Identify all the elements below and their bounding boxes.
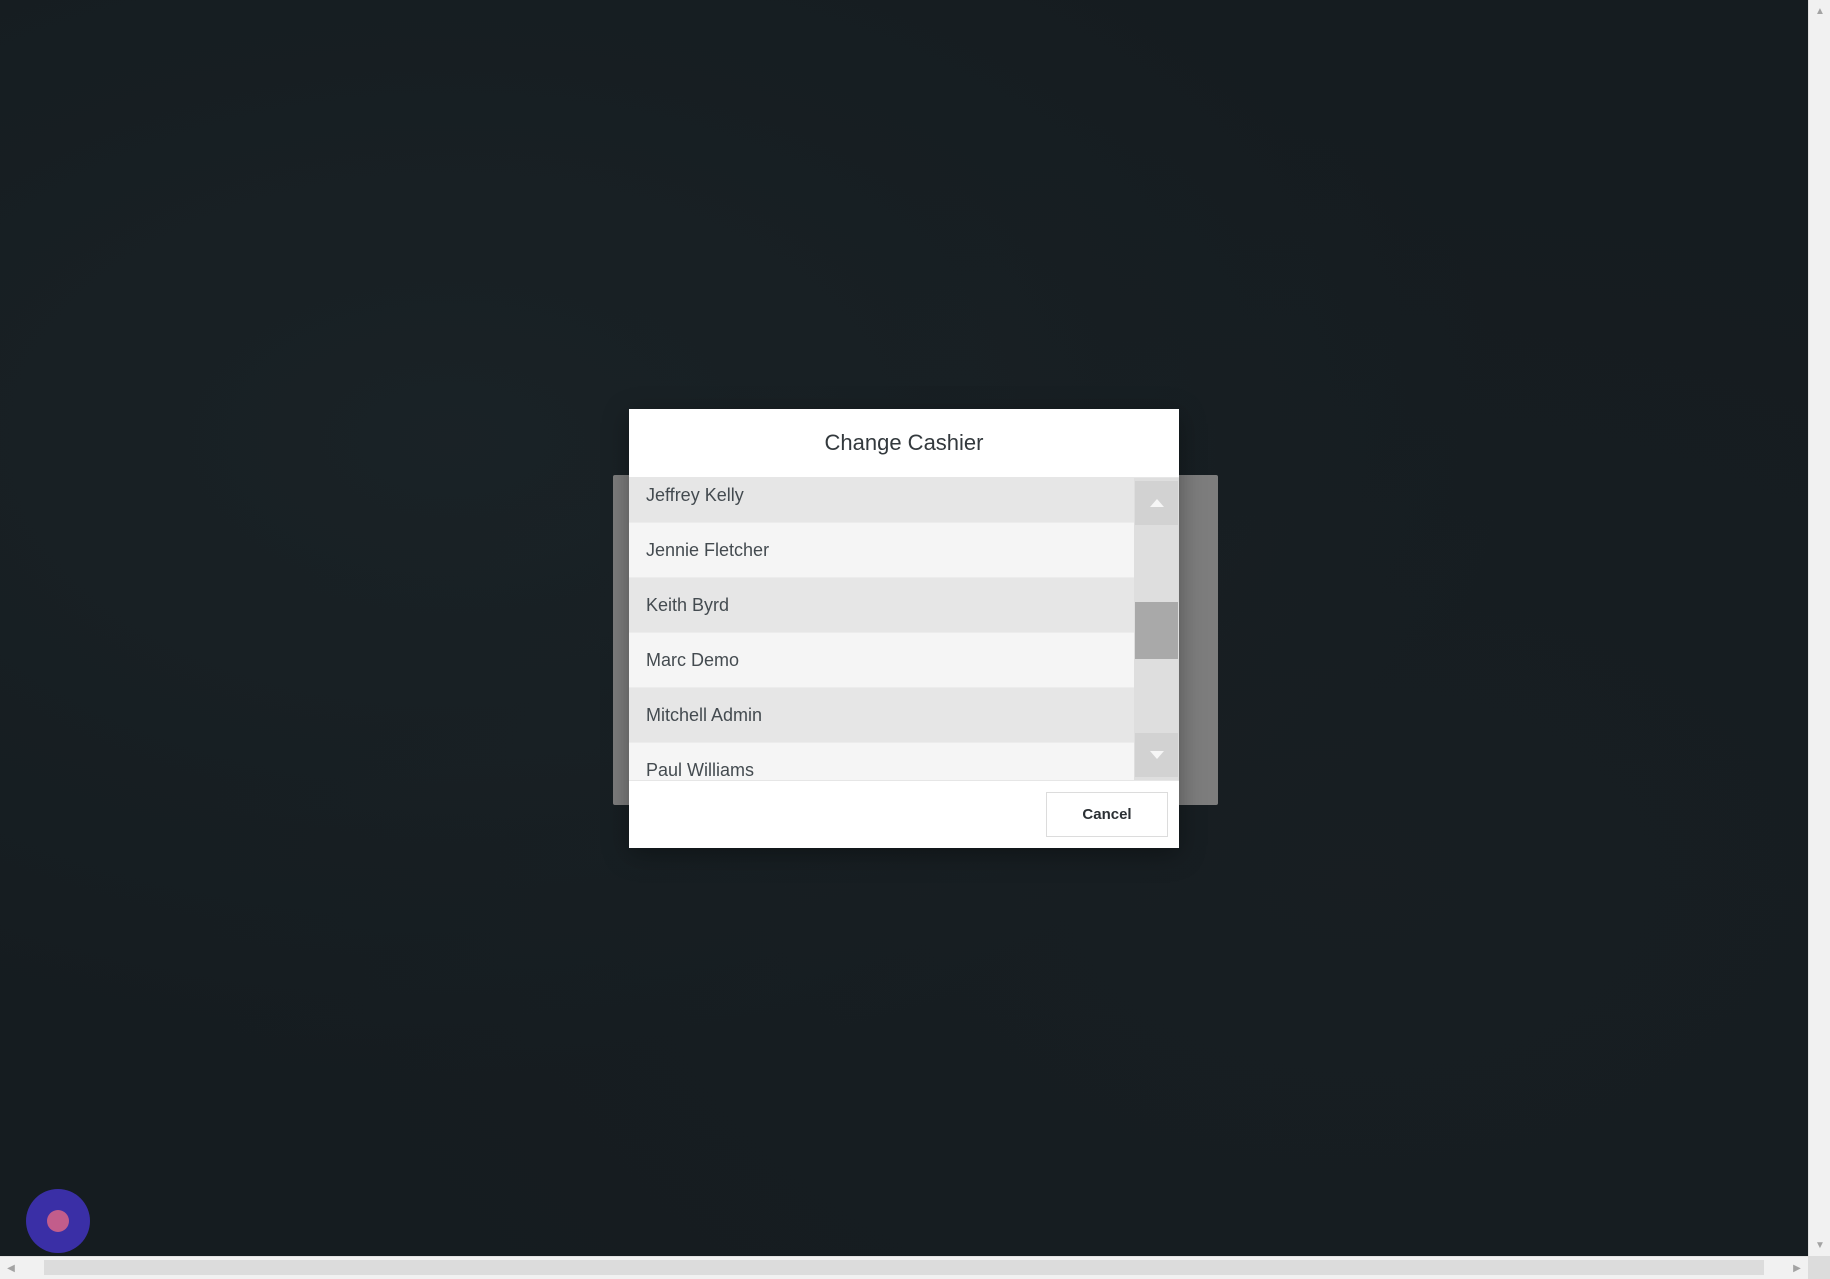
record-dot-icon (47, 1210, 69, 1232)
cashier-list-item[interactable]: Keith Byrd (629, 578, 1134, 633)
arrow-right-icon[interactable]: ▶ (1786, 1257, 1808, 1279)
floating-action-button[interactable] (26, 1189, 90, 1253)
page-vertical-scrollbar[interactable]: ▲ ▼ (1808, 0, 1830, 1256)
dialog-title: Change Cashier (629, 409, 1179, 478)
arrow-down-icon[interactable]: ▼ (1809, 1234, 1830, 1256)
change-cashier-dialog: Change Cashier Jeffrey Kelly Jennie Fletc… (629, 409, 1179, 848)
arrow-left-icon[interactable]: ◀ (0, 1257, 22, 1279)
page-vertical-scroll-thumb[interactable] (1812, 44, 1827, 1212)
cashier-list-item[interactable]: Paul Williams (629, 743, 1134, 780)
scroll-thumb[interactable] (1135, 602, 1178, 659)
scroll-up-button[interactable] (1135, 481, 1178, 525)
cashier-name: Jeffrey Kelly (646, 484, 744, 505)
dialog-footer: Cancel (629, 780, 1179, 848)
cashier-list-item[interactable]: Marc Demo (629, 633, 1134, 688)
triangle-down-icon (1149, 751, 1164, 759)
cashier-list-container: Jeffrey Kelly Jennie Fletcher Keith Byrd Ma… (629, 478, 1179, 780)
cashier-name: Marc Demo (646, 649, 740, 670)
cashier-name: Keith Byrd (646, 594, 730, 615)
cashier-name: Jennie Fletcher (646, 539, 770, 560)
cashier-name: Paul Williams (646, 759, 755, 780)
cancel-button[interactable]: Cancel (1046, 792, 1168, 837)
scroll-down-button[interactable] (1135, 733, 1178, 777)
cashier-list-item[interactable]: Jennie Fletcher (629, 523, 1134, 578)
cashier-list-item[interactable]: Mitchell Admin (629, 688, 1134, 743)
triangle-up-icon (1149, 499, 1164, 507)
cashier-list-scrollbar[interactable] (1134, 478, 1179, 780)
cashier-list-item[interactable]: Jeffrey Kelly (629, 478, 1134, 523)
page-horizontal-scrollbar[interactable]: ◀ ▶ (0, 1256, 1808, 1279)
cashier-list: Jeffrey Kelly Jennie Fletcher Keith Byrd Ma… (629, 478, 1134, 780)
cashier-name: Mitchell Admin (646, 704, 763, 725)
arrow-up-icon[interactable]: ▲ (1809, 0, 1830, 22)
page-horizontal-scroll-thumb[interactable] (44, 1260, 1764, 1275)
scrollbar-corner (1808, 1256, 1830, 1279)
